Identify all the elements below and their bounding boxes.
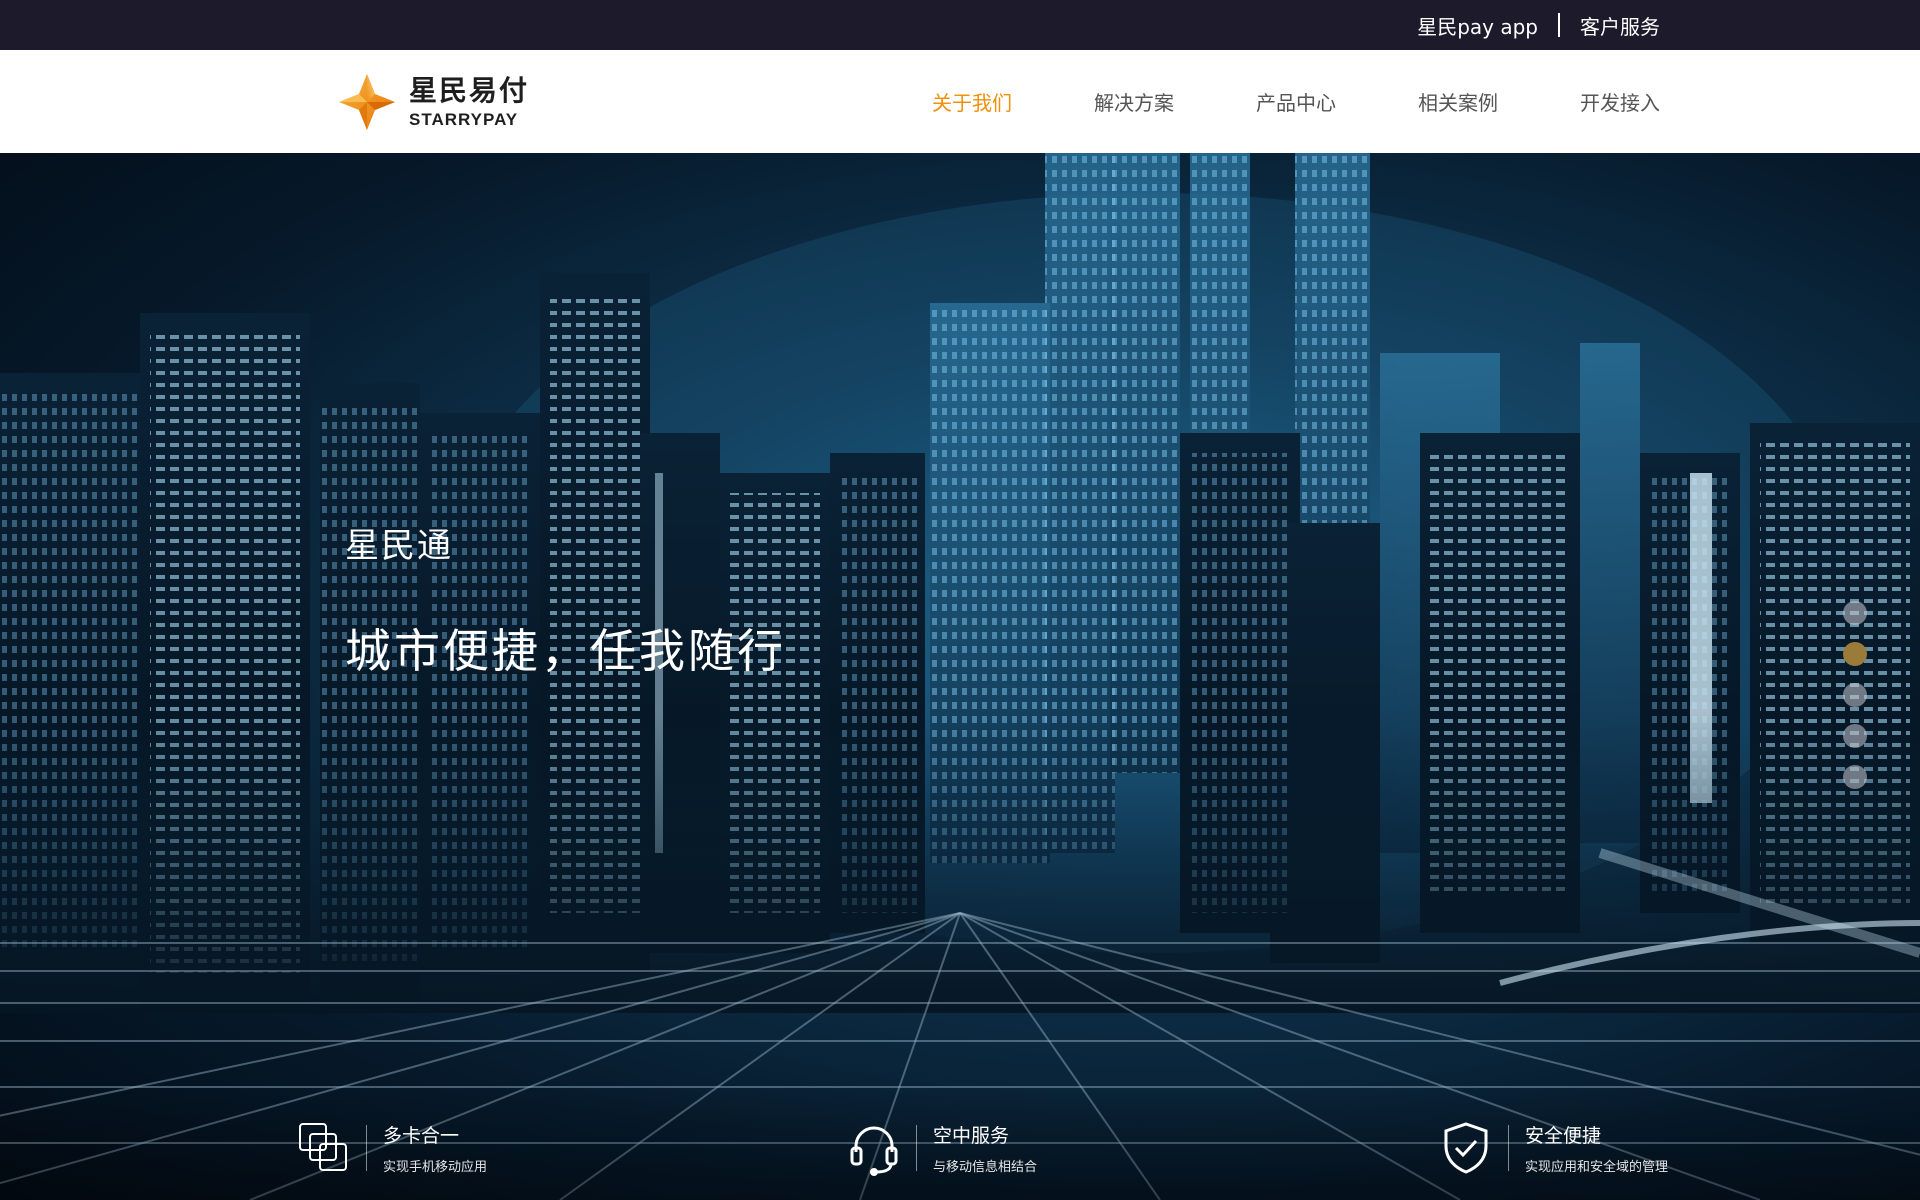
feature-desc: 实现手机移动应用 [383, 1160, 488, 1175]
feature-desc: 实现应用和安全域的管理 [1525, 1160, 1669, 1175]
top-utility-bar: 星民pay app 客户服务 [0, 0, 1920, 50]
hero-subtitle: 星民通 [345, 526, 453, 566]
feature-desc: 与移动信息相结合 [933, 1160, 1038, 1175]
logo-text: 星民易付 STARRYPAY [409, 73, 530, 129]
feature-divider [916, 1125, 917, 1171]
app-link[interactable]: 星民pay app [1417, 11, 1538, 40]
feature-divider [1508, 1125, 1509, 1171]
nav-item-about[interactable]: 关于我们 [932, 87, 1012, 116]
headset-icon [850, 1126, 898, 1176]
feature-multi-card[interactable]: 多卡合一 实现手机移动应用 [296, 1120, 487, 1176]
carousel-dot[interactable] [1843, 683, 1867, 707]
logo[interactable]: 星民易付 STARRYPAY [337, 70, 529, 134]
topbar-divider [1558, 13, 1560, 37]
cards-icon [299, 1123, 347, 1171]
logo-cn: 星民易付 [409, 73, 530, 107]
carousel-dot[interactable] [1843, 601, 1867, 625]
carousel-dot-active[interactable] [1843, 642, 1867, 666]
main-nav: 关于我们 解决方案 产品中心 相关案例 开发接入 [932, 50, 1660, 153]
nav-item-developer[interactable]: 开发接入 [1580, 87, 1660, 116]
nav-item-solutions[interactable]: 解决方案 [1094, 87, 1174, 116]
hero-banner: 星民通 城市便捷，任我随行 [0, 153, 1920, 1200]
logo-en: STARRYPAY [409, 109, 519, 129]
feature-air-service[interactable]: 空中服务 与移动信息相结合 [846, 1120, 1037, 1176]
feature-title: 安全便捷 [1525, 1125, 1602, 1147]
city-skyline-image [0, 153, 1920, 1200]
main-header: 星民易付 STARRYPAY 关于我们 解决方案 产品中心 相关案例 开发接入 [0, 50, 1920, 153]
feature-title: 多卡合一 [383, 1125, 460, 1147]
feature-security[interactable]: 安全便捷 实现应用和安全域的管理 [1438, 1120, 1668, 1176]
nav-item-products[interactable]: 产品中心 [1256, 87, 1336, 116]
carousel-dots [1843, 601, 1867, 789]
carousel-dot[interactable] [1843, 765, 1867, 789]
nav-item-cases[interactable]: 相关案例 [1418, 87, 1498, 116]
carousel-dot[interactable] [1843, 724, 1867, 748]
shield-check-icon [1444, 1122, 1488, 1174]
hero-title: 城市便捷，任我随行 [345, 624, 786, 678]
customer-service-link[interactable]: 客户服务 [1580, 11, 1660, 40]
hero-text: 星民通 城市便捷，任我随行 [345, 518, 786, 681]
feature-strip: 多卡合一 实现手机移动应用 空中服务 与移动信息相结合 安全便捷 实现应用和安全… [0, 1090, 1920, 1200]
feature-divider [366, 1125, 367, 1171]
feature-title: 空中服务 [933, 1125, 1010, 1147]
star-logo-icon [339, 74, 395, 130]
